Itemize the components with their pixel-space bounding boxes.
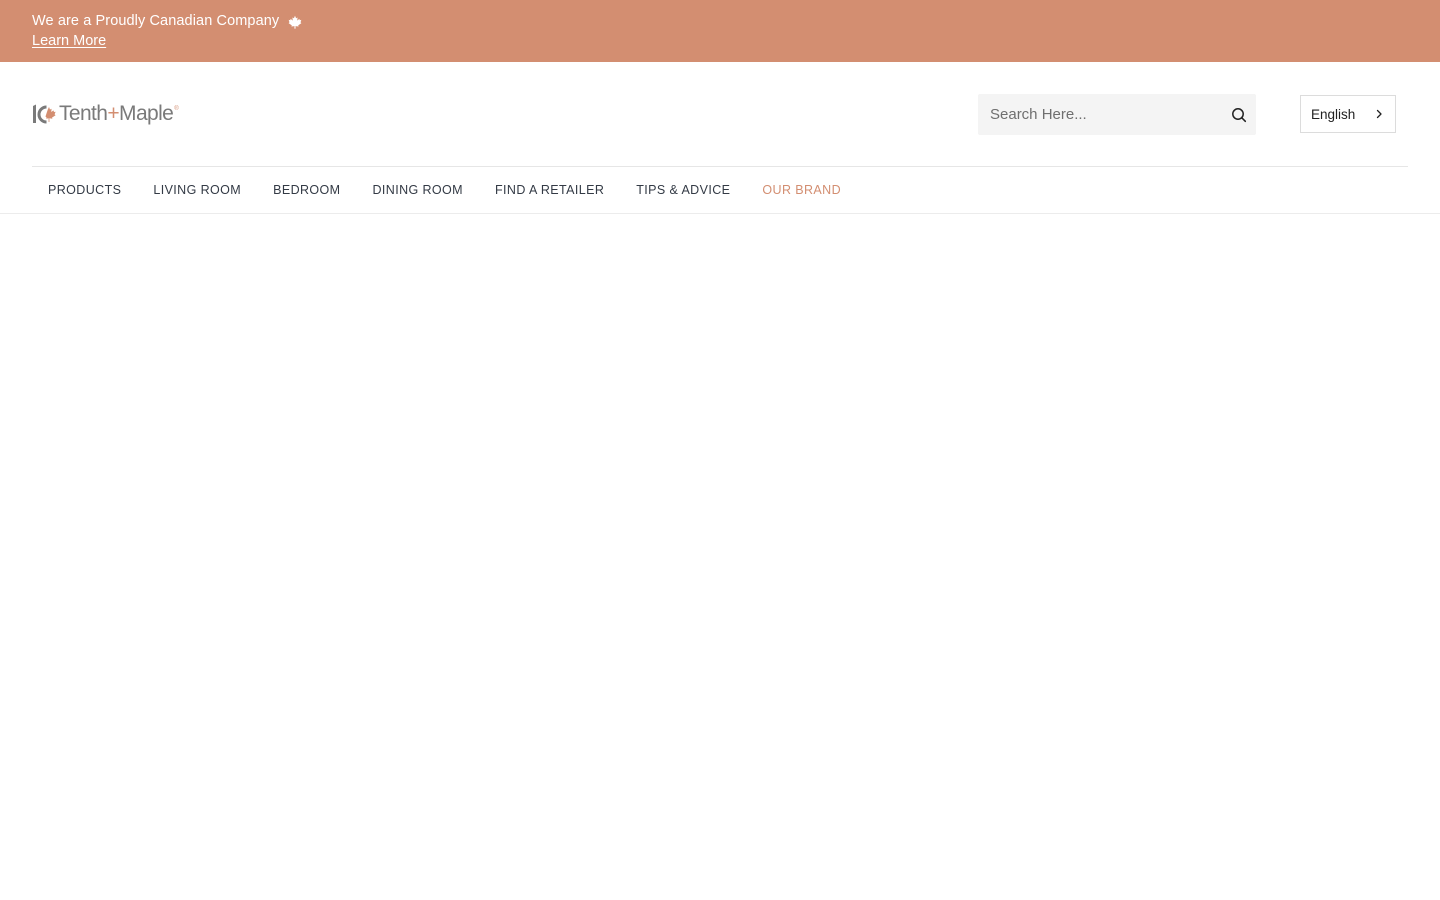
search-box bbox=[978, 94, 1256, 135]
maple-leaf-icon bbox=[288, 15, 302, 29]
announcement-text: We are a Proudly Canadian Company bbox=[32, 13, 280, 29]
logo-trademark: ® bbox=[174, 106, 179, 112]
nav-item-dining-room[interactable]: DINING ROOM bbox=[372, 183, 463, 197]
language-label: English bbox=[1311, 106, 1356, 122]
nav-item-find-a-retailer[interactable]: FIND A RETAILER bbox=[495, 183, 604, 197]
brand-logo[interactable]: Tenth+Maple ® bbox=[32, 102, 179, 126]
nav-item-tips-advice[interactable]: TIPS & ADVICE bbox=[636, 183, 730, 197]
logo-brand-suffix: Maple bbox=[119, 102, 174, 125]
nav-item-products[interactable]: PRODUCTS bbox=[48, 183, 121, 197]
learn-more-link[interactable]: Learn More bbox=[32, 33, 106, 49]
logo-wordmark: Tenth+Maple bbox=[59, 102, 174, 126]
nav-item-our-brand[interactable]: OUR BRAND bbox=[762, 183, 841, 197]
search-icon[interactable] bbox=[1222, 94, 1256, 135]
main-nav: PRODUCTS LIVING ROOM BEDROOM DINING ROOM… bbox=[0, 167, 1440, 214]
logo-brand-plus: + bbox=[107, 102, 120, 125]
logo-brand-prefix: Tenth bbox=[59, 102, 108, 125]
nav-item-bedroom[interactable]: BEDROOM bbox=[273, 183, 340, 197]
nav-item-living-room[interactable]: LIVING ROOM bbox=[153, 183, 241, 197]
announcement-line: We are a Proudly Canadian Company bbox=[32, 12, 1408, 30]
announcement-bar: We are a Proudly Canadian Company Learn … bbox=[0, 0, 1440, 62]
chevron-right-icon bbox=[1373, 108, 1385, 120]
site-header: Tenth+Maple ® English bbox=[0, 62, 1440, 166]
language-selector[interactable]: English bbox=[1300, 95, 1396, 133]
page-content bbox=[0, 215, 1440, 900]
logo-mark-icon bbox=[32, 103, 56, 125]
search-input[interactable] bbox=[978, 94, 1222, 135]
